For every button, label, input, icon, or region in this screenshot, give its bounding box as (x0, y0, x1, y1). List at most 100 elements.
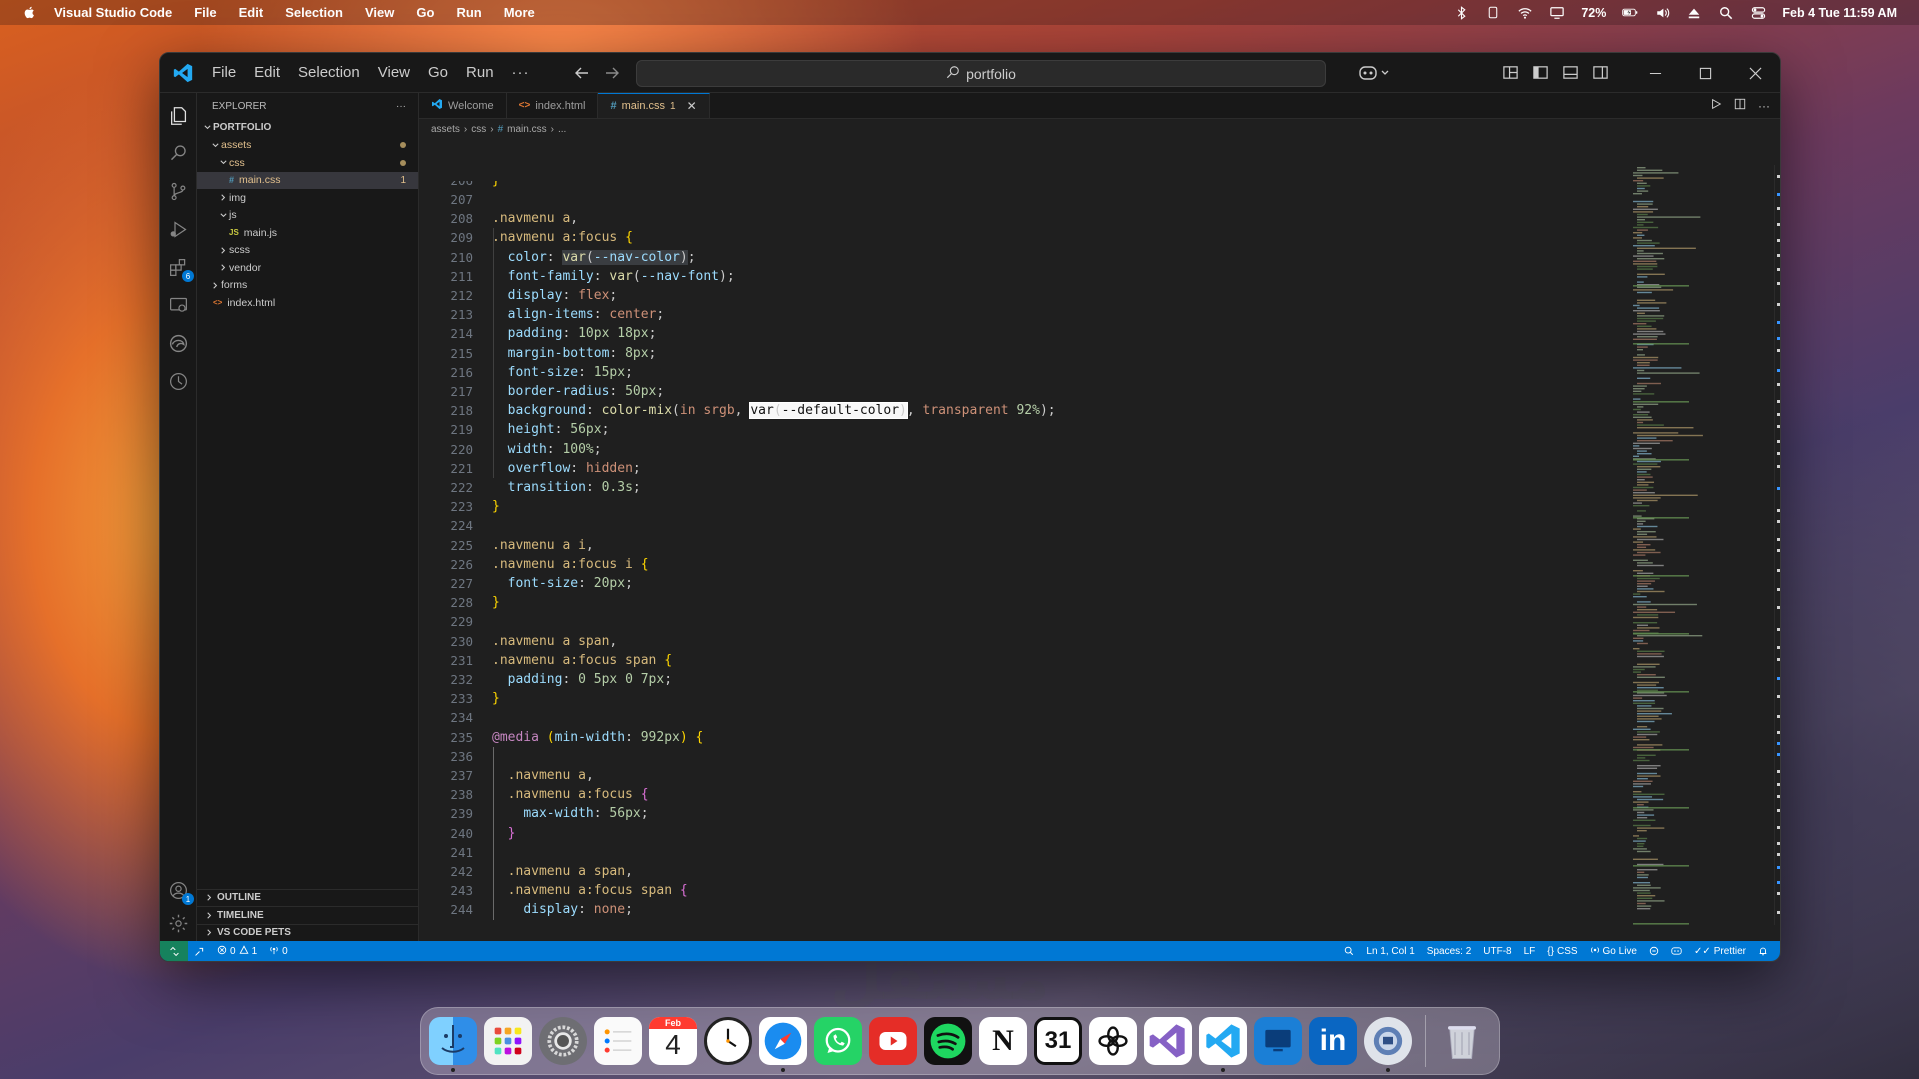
close-tab-icon[interactable]: ✕ (687, 99, 697, 113)
title-menu-selection[interactable]: Selection (298, 64, 360, 81)
breadcrumb-file[interactable]: main.css (507, 124, 546, 135)
menu-view[interactable]: View (365, 5, 394, 20)
trash-icon[interactable] (1438, 1017, 1486, 1065)
title-menu-file[interactable]: File (212, 64, 236, 81)
control-center-icon[interactable] (1750, 5, 1766, 21)
windows-app-icon[interactable] (1254, 1017, 1302, 1065)
remote-indicator-icon[interactable] (160, 941, 188, 961)
tree-item-index-html[interactable]: <> index.html (197, 294, 418, 312)
command-center-search[interactable]: portfolio (636, 60, 1326, 87)
linkedin-icon[interactable]: in (1309, 1017, 1357, 1065)
google-calendar-icon[interactable]: 31 (1034, 1017, 1082, 1065)
visual-studio-icon[interactable] (1144, 1017, 1192, 1065)
timeline-panel[interactable]: TIMELINE (197, 906, 418, 924)
breadcrumb-assets[interactable]: assets (431, 124, 460, 135)
line-ending[interactable]: LF (1518, 946, 1542, 957)
finder-icon[interactable] (429, 1017, 477, 1072)
menubar-clock[interactable]: Feb 4 Tue 11:59 AM (1782, 6, 1897, 20)
menu-file[interactable]: File (194, 5, 216, 20)
title-menu-go[interactable]: Go (428, 64, 448, 81)
toggle-primary-sidebar-icon[interactable] (1532, 64, 1550, 82)
tab-index-html[interactable]: <> index.html (507, 93, 599, 118)
source-control-icon[interactable] (166, 179, 191, 204)
feedback-icon[interactable] (1643, 946, 1665, 956)
apple-logo-icon[interactable] (22, 5, 38, 21)
notifications-bell-icon[interactable] (1752, 946, 1774, 956)
cursor-position[interactable]: Ln 1, Col 1 (1360, 946, 1420, 957)
safari-icon[interactable] (759, 1017, 807, 1072)
ports-indicator[interactable]: 0 (263, 945, 294, 958)
problems-indicator[interactable]: 0 1 (211, 944, 263, 958)
bluetooth-icon[interactable] (1453, 5, 1469, 21)
battery-charging-icon[interactable] (1622, 5, 1638, 21)
encoding[interactable]: UTF-8 (1477, 946, 1517, 957)
copilot-status-icon[interactable] (1665, 946, 1688, 956)
tab-welcome[interactable]: Welcome (419, 93, 507, 118)
manage-gear-icon[interactable] (166, 911, 191, 936)
run-and-debug-icon[interactable] (166, 217, 191, 242)
tree-item-assets[interactable]: assets (197, 137, 418, 155)
more-actions-icon[interactable]: ··· (1758, 99, 1770, 113)
timeline-history-icon[interactable] (166, 369, 191, 394)
explorer-more-actions[interactable]: ··· (396, 101, 406, 112)
tree-item-main-css[interactable]: # main.css 1 (197, 171, 418, 189)
maximize-window-icon[interactable] (1680, 53, 1730, 93)
vertical-scrollbar[interactable] (1774, 165, 1780, 925)
remote-explorer-icon[interactable] (166, 293, 191, 318)
language-mode[interactable]: {} CSS (1541, 946, 1583, 957)
copilot-icon[interactable] (1358, 64, 1392, 82)
tree-item-vendor[interactable]: vendor (197, 259, 418, 277)
back-arrow-icon[interactable] (572, 63, 592, 83)
volume-icon[interactable] (1654, 5, 1670, 21)
phone-icon[interactable] (1485, 5, 1501, 21)
display-icon[interactable] (1549, 5, 1565, 21)
accounts-icon[interactable]: 1 (166, 878, 194, 905)
reminders-icon[interactable] (594, 1017, 642, 1065)
run-icon[interactable] (1710, 97, 1722, 115)
minimize-window-icon[interactable] (1630, 53, 1680, 93)
tab-main-css[interactable]: # main.css 1 ✕ (598, 93, 710, 118)
forward-arrow-icon[interactable] (602, 63, 622, 83)
search-view-icon[interactable] (166, 141, 191, 166)
tree-item-img[interactable]: img (197, 189, 418, 207)
spotlight-search-icon[interactable] (1718, 5, 1734, 21)
tree-item-css[interactable]: css (197, 154, 418, 172)
whatsapp-icon[interactable] (814, 1017, 862, 1065)
title-menu-more[interactable]: ··· (512, 64, 530, 81)
vscode-pets-panel[interactable]: VS CODE PETS (197, 923, 418, 942)
launchpad-icon[interactable] (484, 1017, 532, 1065)
minimap[interactable] (1631, 165, 1736, 925)
eject-icon[interactable] (1686, 5, 1702, 21)
menu-edit[interactable]: Edit (239, 5, 264, 20)
menu-more[interactable]: More (504, 5, 535, 20)
clock-icon[interactable] (704, 1017, 752, 1065)
breadcrumb-css[interactable]: css (471, 124, 486, 135)
title-menu-view[interactable]: View (378, 64, 410, 81)
extensions-icon[interactable]: 6 (166, 255, 194, 282)
calendar-icon[interactable]: Feb 4 (649, 1017, 697, 1065)
menu-selection[interactable]: Selection (285, 5, 343, 20)
breadcrumb-symbol[interactable]: ... (558, 124, 566, 135)
code-editor[interactable]: 206} 207 208 .navmenu a, 209 .navmenu a:focus… (419, 181, 1419, 921)
notion-icon[interactable]: N (979, 1017, 1027, 1065)
zoom-icon[interactable] (1338, 946, 1360, 956)
close-window-icon[interactable] (1730, 53, 1780, 93)
edge-devtools-icon[interactable] (166, 331, 191, 356)
toggle-panel-icon[interactable] (1562, 64, 1580, 82)
screen-sharing-icon[interactable] (1364, 1017, 1412, 1072)
title-menu-run[interactable]: Run (466, 64, 494, 81)
split-editor-icon[interactable] (1734, 97, 1746, 115)
customize-layout-icon[interactable] (1502, 64, 1520, 82)
tree-item-scss[interactable]: scss (197, 242, 418, 260)
system-settings-icon[interactable] (539, 1017, 587, 1065)
outline-panel[interactable]: OUTLINE (197, 888, 418, 907)
menu-run[interactable]: Run (456, 5, 481, 20)
app-name-menu[interactable]: Visual Studio Code (54, 5, 172, 20)
go-live-button[interactable]: Go Live (1584, 945, 1643, 958)
prettier-status[interactable]: ✓✓ Prettier (1688, 946, 1752, 957)
menu-go[interactable]: Go (416, 5, 434, 20)
indentation[interactable]: Spaces: 2 (1421, 946, 1477, 957)
tree-item-forms[interactable]: forms (197, 277, 418, 295)
live-share-icon[interactable] (188, 946, 211, 957)
tree-item-main-js[interactable]: JS main.js (197, 224, 418, 242)
